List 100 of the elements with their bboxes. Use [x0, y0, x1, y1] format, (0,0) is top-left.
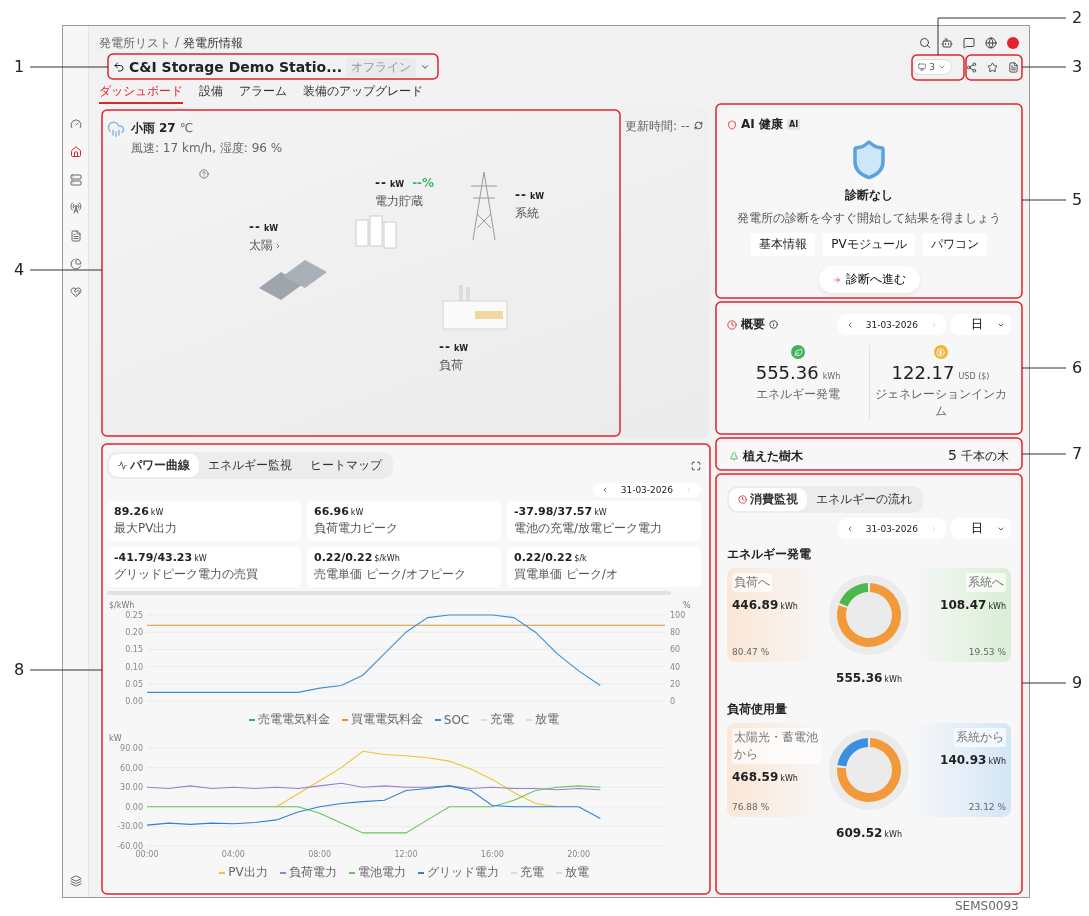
metric-value: -37.98/37.57 kW: [514, 505, 608, 518]
date-picker[interactable]: 31-03-2026: [592, 483, 701, 497]
power-value: --: [439, 340, 451, 354]
metric-label: 負荷電力ピーク: [314, 520, 399, 537]
tick-label: 40: [670, 662, 681, 672]
flow-value: 468.59 kWh: [732, 770, 798, 784]
legend-item: 買電電気料金: [341, 711, 423, 728]
tick-label: 90.00: [120, 744, 143, 753]
chart-tab[interactable]: ヒートマップ: [301, 454, 391, 477]
tick-label: 100: [670, 611, 686, 620]
axis-label: %: [683, 601, 691, 610]
page-tab[interactable]: 設備: [199, 83, 223, 104]
tick-label: 20:00: [567, 850, 591, 859]
weather-details: 風速: 17 km/h, 湿度: 96 %: [131, 141, 283, 155]
tick-label: 0.00: [125, 697, 143, 706]
flow-percent: 80.47 %: [732, 647, 770, 657]
page-tab[interactable]: ダッシュボード: [99, 83, 183, 104]
diagnose-button[interactable]: 診断へ進む: [818, 266, 920, 293]
date-picker[interactable]: 31-03-2026: [837, 518, 946, 539]
status-tag: オフライン: [346, 57, 417, 77]
tick-label: 30.00: [120, 783, 143, 793]
tick-label: 0.10: [125, 662, 143, 672]
tick-label: 0.20: [125, 628, 143, 638]
tick-label: 12:00: [394, 850, 418, 859]
tick-label: 0.00: [125, 802, 143, 812]
axis-label: kW: [109, 734, 122, 743]
soc-percent: --%: [412, 176, 435, 190]
tick-label: 0.25: [125, 611, 143, 620]
flow-label: 系統から: [954, 728, 1006, 747]
tick-label: 08:00: [308, 850, 332, 859]
legend-item: 充電: [481, 711, 515, 728]
callout-number: 9: [1072, 673, 1083, 692]
node-link[interactable]: 太陽: [249, 237, 282, 254]
flow-percent: 76.88 %: [732, 802, 770, 812]
stat-value: 122.17: [891, 362, 955, 383]
breadcrumb-separator: /: [175, 34, 180, 51]
legend-item: 負荷電力: [279, 864, 337, 881]
power-unit: kW: [389, 180, 405, 189]
legend-item: 売電電気料金: [248, 711, 330, 728]
tick-label: 60.00: [120, 763, 143, 773]
flow-value: 446.89 kWh: [732, 598, 798, 612]
panel-tab[interactable]: 消費監視: [729, 488, 807, 511]
tick-label: 20: [670, 679, 681, 689]
section-title: エネルギー発電: [727, 546, 812, 563]
stat-unit: USD ($): [958, 372, 990, 381]
category-tag: 基本情報: [751, 233, 816, 256]
metric-value: 66.96 kW: [314, 505, 365, 518]
diagnosis-message: 発電所の診断を今すぐ開始して結果を得ましょう: [737, 210, 1001, 227]
period-dropdown[interactable]: 日: [951, 314, 1011, 335]
metric-value: -41.79/43.23 kW: [114, 551, 208, 564]
total-value: 555.36 kWh: [836, 671, 902, 685]
device-selector[interactable]: 3: [912, 59, 952, 75]
stat-unit: kWh: [822, 372, 841, 381]
page-tab[interactable]: 装備のアップグレード: [303, 83, 423, 104]
flow-value: 140.93 kWh: [940, 753, 1006, 767]
flow-label: 太陽光・蓄電池から: [732, 728, 822, 764]
power-unit: kW: [263, 224, 279, 233]
update-time: 更新時間: --: [625, 118, 690, 135]
power-unit: kW: [529, 192, 545, 201]
panel-tab[interactable]: エネルギーの流れ: [807, 488, 921, 511]
node-label: 負荷: [439, 358, 463, 372]
legend-item: グリッド電力: [417, 864, 499, 881]
legend-item: 放電: [526, 711, 560, 728]
legend-item: 充電: [510, 864, 544, 881]
breadcrumb-current: 発電所情報: [183, 34, 244, 52]
diagnosis-status: 診断なし: [845, 187, 893, 204]
power-value: --: [515, 188, 527, 202]
temperature-unit: ℃: [179, 121, 194, 135]
chart-tab[interactable]: エネルギー監視: [199, 454, 301, 477]
category-tag: パワコン: [922, 233, 987, 256]
metric-value: 89.26 kW: [114, 505, 165, 518]
callout-number: 7: [1072, 444, 1083, 463]
tick-label: 0.15: [125, 645, 143, 655]
period-dropdown[interactable]: 日: [951, 518, 1011, 539]
date-picker[interactable]: 31-03-2026: [837, 314, 946, 335]
station-title: C&I Storage Demo Statio...: [129, 59, 343, 75]
flow-label: 系統へ: [966, 573, 1006, 592]
node-label: 系統: [515, 206, 539, 220]
temperature-value: 27: [159, 121, 176, 135]
page-tab[interactable]: アラーム: [239, 83, 287, 104]
stat-value: 555.36: [755, 362, 819, 383]
tick-label: -60.00: [117, 842, 143, 851]
category-tag: PVモジュール: [823, 233, 915, 256]
flow-percent: 23.12 %: [968, 802, 1006, 812]
breadcrumb-link[interactable]: 発電所リスト: [99, 34, 171, 52]
chart-tab[interactable]: パワー曲線: [109, 454, 199, 477]
card-title: AI 健康: [741, 116, 783, 133]
figure-id: SEMS0093: [955, 899, 1019, 913]
tick-label: 0: [670, 697, 676, 706]
metric-label: 売電単価 ピーク/オフピーク: [314, 566, 467, 583]
power-value: --: [249, 220, 261, 234]
trees-label: 植えた樹木: [743, 447, 803, 465]
callout-number: 4: [14, 260, 25, 279]
metric-label: 電池の充電/放電ピーク電力: [514, 520, 664, 537]
stat-label: エネルギー発電: [756, 386, 840, 403]
card-title: 概要: [741, 316, 765, 333]
metric-value: 0.22/0.22 $/kWh: [314, 551, 401, 564]
tick-label: 60: [670, 645, 681, 655]
tick-label: 80: [670, 628, 681, 638]
callout-number: 2: [1072, 8, 1083, 27]
